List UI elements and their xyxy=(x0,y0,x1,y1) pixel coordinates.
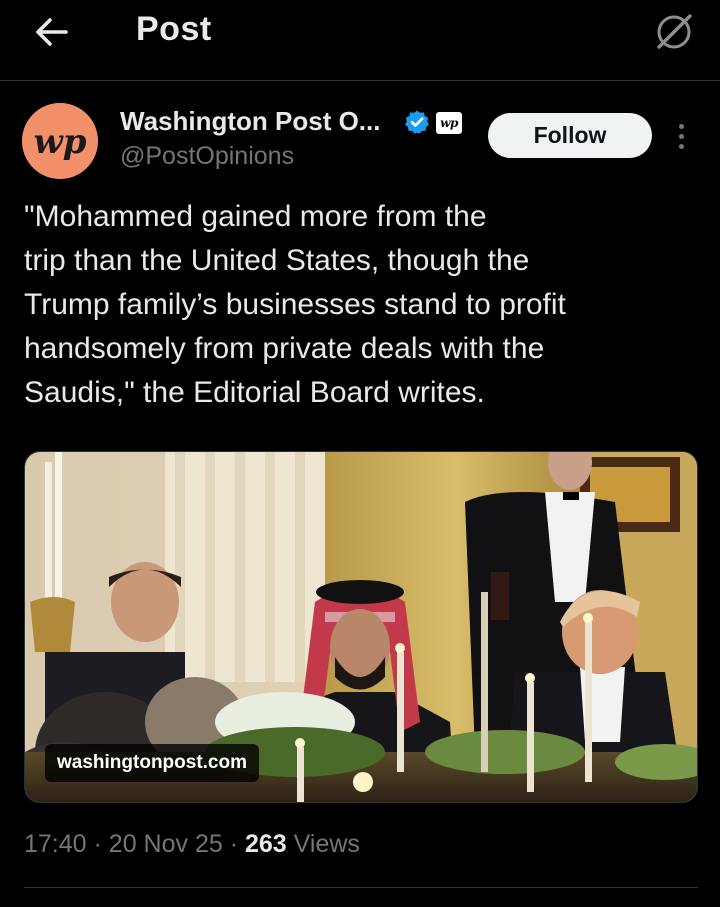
follow-button[interactable]: Follow xyxy=(488,113,652,158)
back-button[interactable] xyxy=(30,12,74,52)
wp-logo-icon: wp xyxy=(22,103,98,179)
affiliate-badge[interactable]: wp xyxy=(436,112,462,134)
post-text-line: Trump family’s businesses stand to profi… xyxy=(24,288,566,321)
more-vertical-icon[interactable] xyxy=(666,116,696,156)
post-text-line: "Mohammed gained more from the xyxy=(24,200,487,233)
grok-button[interactable] xyxy=(650,8,698,56)
top-bar: Post xyxy=(0,0,720,81)
post-text: "Mohammed gained more from the trip than… xyxy=(24,195,684,415)
views-count[interactable]: 263 xyxy=(245,830,287,858)
meta-separator: · xyxy=(93,830,102,858)
author-handle[interactable]: @PostOpinions xyxy=(120,142,294,171)
arrow-left-icon xyxy=(36,18,68,46)
post-date: 20 Nov 25 xyxy=(108,830,223,858)
svg-text:wp: wp xyxy=(33,122,86,162)
post-meta: 17:40 · 20 Nov 25 · 263 Views xyxy=(24,830,360,859)
avatar[interactable]: wp xyxy=(22,103,98,179)
post-text-line: Saudis," the Editorial Board writes. xyxy=(24,376,485,409)
post-text-line: handsomely from private deals with the xyxy=(24,332,545,365)
grok-icon xyxy=(657,14,692,49)
verified-badge-icon xyxy=(405,110,429,134)
author-name[interactable]: Washington Post O... xyxy=(120,106,380,137)
divider xyxy=(24,887,698,888)
views-label[interactable]: Views xyxy=(294,830,360,858)
post-screen: Post wp Washington Post O... wp @PostOpi… xyxy=(0,0,720,907)
post-text-line: trip than the United States, though the xyxy=(24,244,530,277)
link-domain-chip[interactable]: washingtonpost.com xyxy=(45,744,259,782)
meta-separator: · xyxy=(229,830,239,858)
post-time: 17:40 xyxy=(24,830,87,858)
page-title: Post xyxy=(136,10,212,48)
